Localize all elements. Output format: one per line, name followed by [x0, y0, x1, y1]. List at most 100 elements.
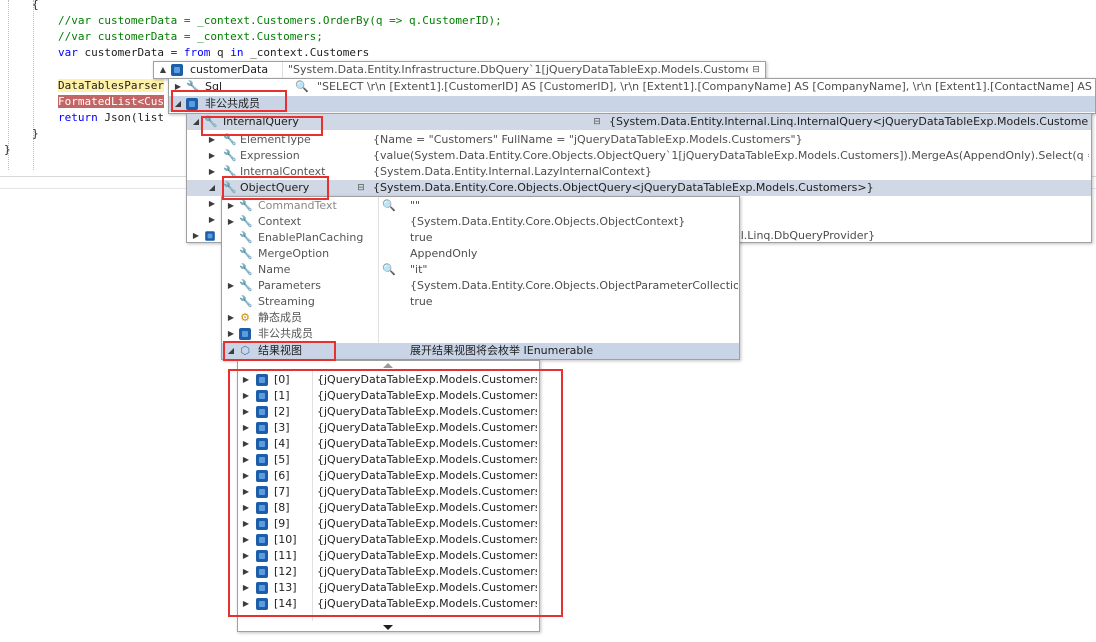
- datatip-row[interactable]: 🔧 Name 🔍 "it": [222, 262, 739, 278]
- expand-arrow-icon[interactable]: ▶: [226, 278, 236, 294]
- result-item[interactable]: ▶ [5] {jQueryDataTableExp.Models.Customers…: [238, 452, 539, 468]
- expand-arrow-icon[interactable]: ▶: [207, 164, 217, 180]
- expand-arrow-icon[interactable]: ▶: [207, 196, 217, 212]
- result-item[interactable]: ▶ [2] {jQueryDataTableExp.Models.Customers…: [238, 404, 539, 420]
- datatip-row[interactable]: ▶ 🔧 Sql 🔍 "SELECT \r\n [Extent1].[Custom…: [169, 79, 1096, 95]
- result-item[interactable]: ▶ [14] {jQueryDataTableExp.Models.Customer…: [238, 596, 539, 612]
- search-icon[interactable]: 🔍: [382, 262, 396, 278]
- result-item[interactable]: ▶ [10] {jQueryDataTableExp.Models.Customer…: [238, 532, 539, 548]
- property-icon: 🔧: [223, 165, 237, 178]
- datatip-members[interactable]: ▶ 🔧 Sql 🔍 "SELECT \r\n [Extent1].[Custom…: [168, 78, 1096, 114]
- expand-arrow-icon[interactable]: ▶: [241, 388, 251, 404]
- pin-icon[interactable]: ⊟: [750, 65, 762, 75]
- datatip-row[interactable]: ▶ ⚙ 静态成员: [222, 310, 739, 326]
- expand-arrow-icon[interactable]: ▶: [207, 132, 217, 148]
- expand-arrow-icon[interactable]: ▶: [207, 148, 217, 164]
- result-item[interactable]: ▶ [12] {jQueryDataTableExp.Models.Customer…: [238, 564, 539, 580]
- pin-icon[interactable]: ⊟: [355, 183, 367, 193]
- expand-arrow-icon[interactable]: ▶: [241, 452, 251, 468]
- result-value: {jQueryDataTableExp.Models.Customers}: [317, 485, 537, 498]
- collapse-arrow-icon[interactable]: ◢: [207, 180, 217, 196]
- expand-arrow-icon[interactable]: ▶: [241, 484, 251, 500]
- result-item[interactable]: ▶ [13] {jQueryDataTableExp.Models.Customer…: [238, 580, 539, 596]
- property-icon: 🔧: [239, 199, 253, 212]
- results-view-hint: 展开结果视图将会枚举 IEnumerable: [410, 344, 594, 357]
- expand-arrow-icon[interactable]: ▶: [226, 198, 236, 214]
- datatip-row[interactable]: ▶ 🔧 Expression {value(System.Data.Entity…: [187, 148, 1091, 164]
- result-item[interactable]: ▶ [9] {jQueryDataTableExp.Models.Customers…: [238, 516, 539, 532]
- result-item[interactable]: ▶ [0] {jQueryDataTableExp.Models.Customers…: [238, 372, 539, 388]
- datatip-row-selected[interactable]: ◢ 非公共成员: [169, 96, 1095, 112]
- datatip-results-list[interactable]: ▶ [0] {jQueryDataTableExp.Models.Customers…: [237, 360, 540, 632]
- collapse-arrow-icon[interactable]: ◢: [191, 114, 201, 130]
- datatip-customerdata[interactable]: ▲ customerData "System.Data.Entity.Infra…: [153, 61, 766, 79]
- field-icon: [171, 64, 183, 76]
- result-value: {jQueryDataTableExp.Models.Customers}: [317, 405, 537, 418]
- expand-arrow-icon[interactable]: ▶: [241, 532, 251, 548]
- expand-arrow-icon[interactable]: ▶: [191, 228, 201, 244]
- datatip-row-selected[interactable]: ◢ ⬡ 结果视图 展开结果视图将会枚举 IEnumerable: [222, 343, 739, 359]
- datatip-row-selected[interactable]: ◢ 🔧 InternalQuery ⊟ {System.Data.Entity.…: [187, 114, 1091, 130]
- expand-arrow-icon[interactable]: ▶: [241, 420, 251, 436]
- expand-arrow-icon[interactable]: ▶: [226, 214, 236, 230]
- code-line-comment: //var customerData = _context.Customers;: [58, 30, 323, 43]
- field-icon: [256, 502, 268, 514]
- expand-arrow-icon[interactable]: ▶: [241, 404, 251, 420]
- result-item[interactable]: ▶ [4] {jQueryDataTableExp.Models.Customers…: [238, 436, 539, 452]
- property-name: InternalContext: [240, 165, 326, 178]
- property-name: ElementType: [240, 133, 311, 146]
- datatip-row[interactable]: ▲ customerData "System.Data.Entity.Infra…: [154, 62, 765, 78]
- result-item[interactable]: ▶ [8] {jQueryDataTableExp.Models.Customers…: [238, 500, 539, 516]
- scroll-down-icon[interactable]: [383, 625, 393, 630]
- datatip-row[interactable]: ▶ 🔧 Parameters {System.Data.Entity.Core.…: [222, 278, 739, 294]
- datatip-row[interactable]: ▶ 🔧 CommandText 🔍 "": [222, 198, 739, 214]
- expand-arrow-icon[interactable]: ▶: [241, 468, 251, 484]
- collapse-arrow-icon[interactable]: ◢: [173, 96, 183, 112]
- datatip-row[interactable]: ▶ 非公共成员: [222, 326, 739, 342]
- datatip-row[interactable]: 🔧 Streaming true: [222, 294, 739, 310]
- expand-arrow-icon[interactable]: ▶: [241, 436, 251, 452]
- datatip-row[interactable]: 🔧 MergeOption AppendOnly: [222, 246, 739, 262]
- result-item[interactable]: ▶ [11] {jQueryDataTableExp.Models.Customer…: [238, 548, 539, 564]
- datatip-row[interactable]: ▶ 🔧 Context {System.Data.Entity.Core.Obj…: [222, 214, 739, 230]
- expand-arrow-icon[interactable]: ▶: [241, 580, 251, 596]
- collapse-arrow-icon[interactable]: ◢: [226, 343, 236, 359]
- datatip-row-selected[interactable]: ◢ 🔧 ObjectQuery ⊟ {System.Data.Entity.Co…: [187, 180, 1091, 196]
- expand-arrow-icon[interactable]: ▶: [241, 564, 251, 580]
- expand-arrow-icon[interactable]: ▶: [241, 516, 251, 532]
- property-icon: 🔧: [239, 263, 253, 276]
- result-item[interactable]: ▶ [7] {jQueryDataTableExp.Models.Customers…: [238, 484, 539, 500]
- code-line: return Json(list: [58, 111, 164, 124]
- expand-arrow-icon[interactable]: ▶: [241, 372, 251, 388]
- result-item[interactable]: ▶ [3] {jQueryDataTableExp.Models.Customers…: [238, 420, 539, 436]
- expand-arrow-icon[interactable]: ▶: [226, 326, 236, 342]
- datatip-objectquery[interactable]: ▶ 🔧 CommandText 🔍 "" ▶ 🔧 Context {System…: [221, 196, 740, 360]
- expand-arrow-icon[interactable]: ▶: [241, 596, 251, 612]
- result-value: {jQueryDataTableExp.Models.Customers}: [317, 565, 537, 578]
- expand-arrow-icon[interactable]: ▶: [241, 500, 251, 516]
- expand-arrow-icon[interactable]: ▶: [173, 79, 183, 95]
- property-icon: 🔧: [223, 181, 237, 194]
- datatip-row[interactable]: ▶ 🔧 ElementType {Name = "Customers" Full…: [187, 132, 1091, 148]
- expand-arrow-icon[interactable]: ▲: [158, 62, 168, 78]
- result-index: [10]: [274, 533, 297, 546]
- datatip-row[interactable]: 🔧 EnablePlanCaching true: [222, 230, 739, 246]
- expand-arrow-icon[interactable]: ▶: [226, 310, 236, 326]
- search-icon[interactable]: 🔍: [382, 198, 396, 214]
- datatip-row[interactable]: ▶ 🔧 InternalContext {System.Data.Entity.…: [187, 164, 1091, 180]
- scroll-up-icon[interactable]: [383, 363, 393, 368]
- pin-icon[interactable]: ⊟: [591, 117, 603, 127]
- property-name: Name: [258, 263, 291, 276]
- field-icon: [256, 582, 268, 594]
- field-icon: [205, 231, 215, 241]
- property-value: "it": [410, 263, 428, 276]
- property-value: AppendOnly: [410, 247, 478, 260]
- search-icon[interactable]: 🔍: [295, 79, 309, 95]
- field-icon: [256, 486, 268, 498]
- expand-arrow-icon[interactable]: ▶: [207, 212, 217, 228]
- result-item[interactable]: ▶ [1] {jQueryDataTableExp.Models.Customers…: [238, 388, 539, 404]
- code-line-comment: //var customerData = _context.Customers.…: [58, 14, 502, 27]
- static-members-icon: ⚙: [240, 311, 250, 324]
- expand-arrow-icon[interactable]: ▶: [241, 548, 251, 564]
- result-item[interactable]: ▶ [6] {jQueryDataTableExp.Models.Customers…: [238, 468, 539, 484]
